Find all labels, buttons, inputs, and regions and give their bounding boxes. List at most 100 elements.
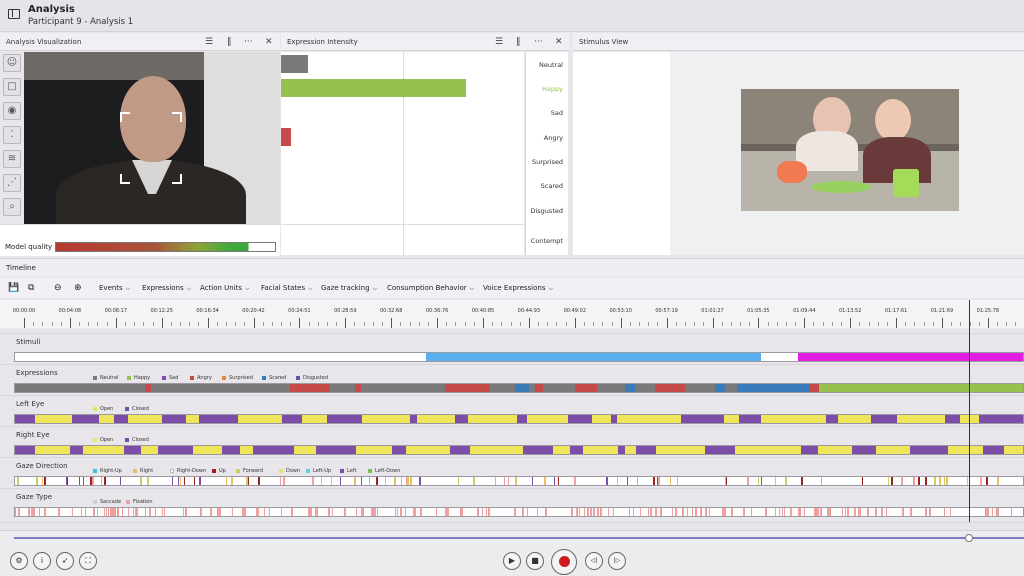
save-icon[interactable]: 💾 [8, 278, 19, 298]
legend-swatch [222, 375, 226, 380]
record-button[interactable] [551, 549, 577, 575]
timeline-menu-consumption-behavior[interactable]: Consumption Behavior ⌵ [387, 278, 474, 299]
timeline-track-gaze-type[interactable] [14, 507, 1024, 517]
playback-progress[interactable] [14, 537, 1024, 539]
timeline-playhead[interactable] [969, 300, 970, 522]
track-segment [910, 508, 912, 516]
track-segment [356, 508, 357, 516]
track-segment [504, 477, 505, 485]
timeline-menu-action-units[interactable]: Action Units ⌵ [200, 278, 250, 299]
landmarks-icon[interactable]: ⋰ [3, 174, 21, 192]
timeline-track-left-eye[interactable] [14, 414, 1024, 424]
legend-angry: Angry [190, 375, 212, 381]
track-segment [18, 508, 20, 516]
layers-icon[interactable]: ◉ [3, 102, 21, 120]
heatmap-icon[interactable]: ≋ [3, 150, 21, 168]
tick-minor [308, 322, 310, 326]
track-segment [687, 508, 688, 516]
prev-frame-button[interactable]: ◁| [585, 552, 603, 570]
track-segment [67, 477, 68, 485]
tick-minor [997, 322, 999, 326]
track-segment [183, 508, 184, 516]
legend-swatch [262, 375, 266, 380]
track-segment [858, 508, 859, 516]
track-segment [302, 415, 328, 423]
legend-label: Saccade [100, 499, 122, 505]
tick-major [804, 318, 806, 328]
tick-minor [336, 322, 338, 326]
play-button[interactable]: ▶ [503, 552, 521, 570]
track-segment [629, 508, 630, 516]
track-segment [558, 477, 559, 485]
panel-menu-icon[interactable]: ☰ [205, 33, 213, 51]
tick-minor [602, 322, 604, 326]
panel-more-icon[interactable]: ··· [534, 33, 543, 51]
fit-icon[interactable]: ⛶ [79, 552, 97, 570]
panel-menu-icon[interactable]: ☰ [495, 33, 503, 51]
track-segment [657, 477, 658, 485]
track-segment [775, 508, 776, 516]
tick-minor [97, 322, 99, 326]
track-segment [653, 477, 655, 485]
timeline-track-expressions[interactable] [14, 383, 1024, 393]
chevron-down-icon: ⌵ [308, 285, 313, 292]
track-segment [245, 508, 246, 516]
model-quality-label: Model quality [5, 243, 53, 251]
track-segment [374, 508, 376, 516]
timeline-ruler[interactable]: 00:00:00 00:04:08 00:08:17 00:12:25 00:16:34… [0, 300, 1024, 328]
pin-icon[interactable]: ➶ [56, 552, 74, 570]
track-segment [939, 477, 941, 485]
timeline-track-right-eye[interactable] [14, 445, 1024, 455]
track-segment [847, 508, 849, 516]
timeline-menu-voice-expressions[interactable]: Voice Expressions ⌵ [483, 278, 553, 299]
track-segment [800, 508, 801, 516]
zoom-icon[interactable]: ⌕ [3, 198, 21, 216]
panel-more-icon[interactable]: ··· [244, 33, 253, 51]
action-units-icon[interactable]: ⁚ [3, 126, 21, 144]
timeline-track-stimuli[interactable] [14, 352, 1024, 362]
panel-split-icon[interactable]: ‖ [227, 33, 232, 51]
legend-forward: Forward [236, 468, 263, 474]
panel-close-icon[interactable]: ✕ [555, 33, 563, 51]
track-segment [760, 415, 826, 423]
timeline-track-gaze-direction[interactable] [14, 476, 1024, 486]
frame-icon[interactable]: □ [3, 78, 21, 96]
track-segment [101, 477, 102, 485]
copy-icon[interactable]: ⧉ [28, 278, 34, 298]
tick-minor [60, 322, 62, 326]
timeline-menu-expressions[interactable]: Expressions ⌵ [142, 278, 191, 299]
tick-minor [409, 322, 411, 326]
legend-swatch [162, 375, 166, 380]
tick-minor [923, 322, 925, 326]
track-segment [290, 384, 330, 392]
tick-minor [813, 322, 815, 326]
settings-icon[interactable]: ⚙ [10, 552, 28, 570]
tick-minor [262, 322, 264, 326]
timeline-menu-facial-states[interactable]: Facial States ⌵ [261, 278, 313, 299]
track-segment [405, 508, 406, 516]
track-segment [355, 446, 393, 454]
tick-minor [657, 322, 659, 326]
track-segment [226, 477, 227, 485]
info-icon[interactable]: i [33, 552, 51, 570]
track-segment [544, 477, 546, 485]
chevron-down-icon: ⌵ [245, 285, 250, 292]
next-frame-button[interactable]: |▷ [608, 552, 626, 570]
track-segment [394, 477, 396, 485]
playback-knob[interactable] [965, 534, 973, 542]
track-segment [593, 508, 595, 516]
timeline-toolbar: 💾 ⧉ ⊖ ⊕ Events ⌵ Expressions ⌵ Action Units ⌵… [0, 278, 1024, 298]
timeline-menu-gaze-tracking[interactable]: Gaze tracking ⌵ [321, 278, 377, 299]
tick-major [528, 318, 530, 328]
track-segment [128, 508, 129, 516]
timeline-menu-events[interactable]: Events ⌵ [99, 278, 130, 299]
stop-button[interactable]: ■ [526, 552, 544, 570]
zoom-out-icon[interactable]: ⊖ [54, 278, 62, 298]
legend-swatch [93, 406, 97, 411]
zoom-in-icon[interactable]: ⊕ [74, 278, 82, 298]
panel-close-icon[interactable]: ✕ [265, 33, 273, 51]
panel-split-icon[interactable]: ‖ [516, 33, 521, 51]
face-detect-icon[interactable]: ☺ [3, 54, 21, 72]
track-segment [735, 446, 801, 454]
track-segment [114, 508, 116, 516]
